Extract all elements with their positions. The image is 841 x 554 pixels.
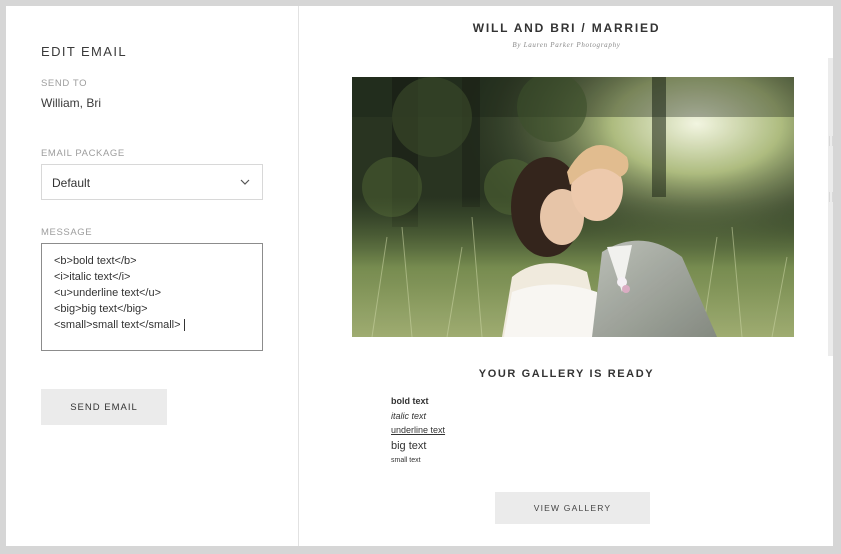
send-to-value: William, Bri	[41, 96, 101, 110]
gallery-ready-heading: YOUR GALLERY IS READY	[478, 368, 655, 380]
send-to-label: SEND TO	[41, 78, 88, 89]
preview-underline-text: underline text	[391, 425, 446, 435]
scrollbar-grip	[829, 192, 833, 202]
preview-small-text: small text	[391, 457, 421, 464]
email-preview: WILL AND BRI / MARRIED By Lauren Parker …	[300, 6, 833, 546]
email-package-value: Default	[52, 176, 91, 190]
message-line-3: <u>underline text</u>	[54, 287, 162, 299]
email-package-label: EMAIL PACKAGE	[41, 148, 125, 159]
edit-email-panel: EDIT EMAIL SEND TO William, Bri EMAIL PA…	[6, 6, 299, 546]
text-caret	[183, 319, 185, 331]
email-subtitle: By Lauren Parker Photography	[512, 41, 621, 49]
message-textarea[interactable]: <b>bold text</b> <i>italic text</i> <u>und…	[41, 243, 263, 351]
preview-big-text: big text	[391, 440, 427, 452]
panel-title: EDIT EMAIL	[41, 44, 128, 59]
preview-scrollbar[interactable]	[828, 58, 833, 356]
message-line-4: <big>big text</big>	[54, 303, 148, 315]
scrollbar-grip	[829, 136, 833, 146]
send-email-button[interactable]: SEND EMAIL	[41, 389, 167, 425]
view-gallery-button[interactable]: VIEW GALLERY	[495, 492, 650, 524]
email-package-select[interactable]: Default	[41, 164, 263, 200]
email-title: WILL AND BRI / MARRIED	[472, 21, 661, 35]
wedding-couple-image	[352, 77, 794, 337]
message-label: MESSAGE	[41, 227, 93, 238]
message-line-2: <i>italic text</i>	[54, 271, 131, 283]
preview-bold-text: bold text	[391, 396, 429, 406]
preview-italic-text: italic text	[391, 411, 427, 421]
chevron-down-icon	[240, 179, 250, 185]
hero-photo	[352, 77, 794, 337]
message-line-1: <b>bold text</b>	[54, 255, 137, 267]
app-frame: EDIT EMAIL SEND TO William, Bri EMAIL PA…	[6, 6, 833, 546]
message-line-5: <small>small text</small>	[54, 319, 181, 331]
